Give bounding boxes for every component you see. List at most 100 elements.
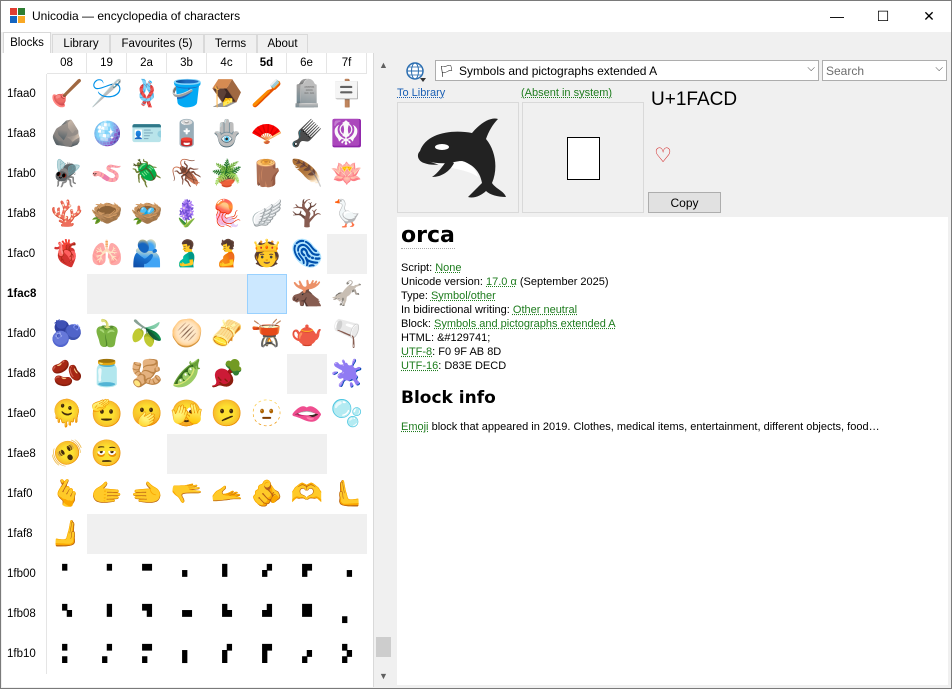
character-cell[interactable]: 🫙 bbox=[87, 354, 127, 394]
character-cell[interactable]: 🬔 bbox=[207, 634, 247, 674]
character-cell[interactable]: 🫃 bbox=[167, 234, 207, 274]
character-cell[interactable]: 🫢 bbox=[127, 394, 167, 434]
character-cell[interactable]: 🬑 bbox=[87, 634, 127, 674]
tab-blocks[interactable]: Blocks bbox=[3, 32, 51, 53]
character-cell[interactable]: 🫧 bbox=[327, 394, 367, 434]
character-cell[interactable]: 🫳 bbox=[167, 474, 207, 514]
character-cell[interactable]: 🪪 bbox=[127, 114, 167, 154]
character-cell[interactable]: 🪱 bbox=[87, 154, 127, 194]
character-cell[interactable]: 🪺 bbox=[127, 194, 167, 234]
character-cell[interactable]: 🫦 bbox=[287, 394, 327, 434]
character-cell[interactable]: 🫎 bbox=[287, 274, 327, 314]
tab-terms[interactable]: Terms bbox=[204, 34, 257, 53]
maximize-button[interactable]: ☐ bbox=[860, 1, 906, 31]
character-cell[interactable]: 🪠 bbox=[47, 74, 87, 114]
property-value[interactable]: 17.0 α bbox=[486, 276, 517, 288]
character-cell[interactable]: 🫶 bbox=[287, 474, 327, 514]
character-cell[interactable]: 🪵 bbox=[247, 154, 287, 194]
character-cell[interactable]: 🪥 bbox=[247, 74, 287, 114]
character-cell[interactable]: 🪶 bbox=[287, 154, 327, 194]
character-cell[interactable]: 🫪 bbox=[127, 434, 167, 474]
globe-icon[interactable] bbox=[405, 61, 427, 83]
character-cell[interactable]: 🫍 bbox=[247, 274, 287, 314]
character-cell[interactable]: 🫐 bbox=[47, 314, 87, 354]
property-value[interactable]: Symbols and pictographs extended A bbox=[434, 318, 616, 330]
character-cell[interactable]: 🫴 bbox=[207, 474, 247, 514]
character-cell[interactable]: 🪸 bbox=[47, 194, 87, 234]
emoji-link[interactable]: Emoji bbox=[401, 421, 429, 433]
character-cell[interactable]: 🪬 bbox=[207, 114, 247, 154]
character-cell[interactable]: 🫥 bbox=[247, 394, 287, 434]
character-cell[interactable]: 🬎 bbox=[287, 594, 327, 634]
chevron-down-icon[interactable]: ⌵ bbox=[807, 63, 815, 74]
favourite-heart-icon[interactable]: ♡ bbox=[654, 143, 672, 168]
character-cell[interactable]: 🪮 bbox=[287, 114, 327, 154]
property-value[interactable]: UTF-8 bbox=[401, 346, 432, 358]
character-cell[interactable]: 🪳 bbox=[167, 154, 207, 194]
character-cell[interactable]: 🫂 bbox=[127, 234, 167, 274]
minimize-button[interactable]: — bbox=[814, 1, 860, 31]
copy-button[interactable]: Copy bbox=[648, 192, 721, 213]
search-input[interactable]: Search ⌵ bbox=[822, 60, 947, 81]
character-cell[interactable]: 🫑 bbox=[87, 314, 127, 354]
character-cell[interactable]: 🬏 bbox=[327, 594, 367, 634]
character-cell[interactable]: 🪷 bbox=[327, 154, 367, 194]
character-grid[interactable]: 08 19 2a 3b 4c 5d 6e 7f 1faa0 🪠 🪡 🪢 🪣 🪤 🪥 🪦 🪧 1faa8 🪨 🪩 🪪 🪫 🪬 🪭… bbox=[2, 53, 374, 687]
character-cell[interactable]: 🫣 bbox=[167, 394, 207, 434]
character-cell[interactable]: 🪰 bbox=[47, 154, 87, 194]
character-cell[interactable]: 🫠 bbox=[47, 394, 87, 434]
character-cell[interactable]: 🪽 bbox=[247, 194, 287, 234]
character-cell[interactable]: 🫘 bbox=[47, 354, 87, 394]
character-cell[interactable]: 🫗 bbox=[327, 314, 367, 354]
character-cell[interactable]: 🪤 bbox=[207, 74, 247, 114]
character-cell[interactable]: 🫕 bbox=[247, 314, 287, 354]
character-cell[interactable]: 🪼 bbox=[207, 194, 247, 234]
character-cell[interactable]: 🪫 bbox=[167, 114, 207, 154]
character-cell[interactable]: 🫏 bbox=[327, 274, 367, 314]
character-cell[interactable]: 🫤 bbox=[207, 394, 247, 434]
character-cell[interactable]: 🫝 bbox=[247, 354, 287, 394]
character-cell[interactable]: 🬆 bbox=[287, 554, 327, 594]
character-cell[interactable]: 🬒 bbox=[127, 634, 167, 674]
character-cell[interactable]: 🪣 bbox=[167, 74, 207, 114]
character-cell[interactable]: 🬕 bbox=[247, 634, 287, 674]
character-cell[interactable]: 🪧 bbox=[327, 74, 367, 114]
character-cell[interactable]: 🬃 bbox=[167, 554, 207, 594]
scroll-down-icon[interactable]: ▼ bbox=[375, 667, 392, 684]
character-cell[interactable]: 🬇 bbox=[327, 554, 367, 594]
character-cell[interactable]: 🬌 bbox=[207, 594, 247, 634]
scroll-thumb[interactable] bbox=[376, 637, 391, 657]
character-cell[interactable]: 🪻 bbox=[167, 194, 207, 234]
character-cell[interactable]: 🫯 bbox=[327, 434, 367, 474]
character-cell[interactable]: 🫟 bbox=[327, 354, 367, 394]
scroll-up-icon[interactable]: ▲ bbox=[375, 56, 392, 73]
property-value[interactable]: Symbol/other bbox=[431, 290, 496, 302]
tab-library[interactable]: Library bbox=[52, 34, 110, 53]
character-cell[interactable]: 🪯 bbox=[327, 114, 367, 154]
character-cell[interactable]: 🫨 bbox=[47, 434, 87, 474]
character-cell[interactable]: 🬁 bbox=[87, 554, 127, 594]
character-cell[interactable]: 🪹 bbox=[87, 194, 127, 234]
character-cell[interactable]: 🪲 bbox=[127, 154, 167, 194]
character-cell[interactable]: 🫡 bbox=[87, 394, 127, 434]
chevron-down-icon[interactable]: ⌵ bbox=[935, 63, 943, 74]
character-cell[interactable]: 🫚 bbox=[127, 354, 167, 394]
character-cell[interactable]: 🫜 bbox=[207, 354, 247, 394]
character-cell[interactable]: 🬋 bbox=[167, 594, 207, 634]
character-cell[interactable]: 🪾 bbox=[287, 194, 327, 234]
character-cell[interactable]: 🫱 bbox=[87, 474, 127, 514]
block-selector[interactable]: 🏳 Symbols and pictographs extended A ⌵ bbox=[435, 60, 819, 81]
character-cell[interactable]: 🫔 bbox=[207, 314, 247, 354]
character-cell[interactable]: 🬀 bbox=[47, 554, 87, 594]
property-value[interactable]: Other neutral bbox=[513, 304, 577, 316]
character-cell[interactable]: 🪩 bbox=[87, 114, 127, 154]
character-cell[interactable]: 🪦 bbox=[287, 74, 327, 114]
character-cell[interactable]: 🫷 bbox=[327, 474, 367, 514]
character-cell[interactable]: 🪢 bbox=[127, 74, 167, 114]
character-cell[interactable]: 🬈 bbox=[47, 594, 87, 634]
character-cell[interactable]: 🬂 bbox=[127, 554, 167, 594]
to-library-link[interactable]: To Library bbox=[397, 87, 445, 99]
character-cell[interactable]: 🫰 bbox=[47, 474, 87, 514]
character-cell[interactable]: 🪴 bbox=[207, 154, 247, 194]
character-cell[interactable]: 🬖 bbox=[287, 634, 327, 674]
